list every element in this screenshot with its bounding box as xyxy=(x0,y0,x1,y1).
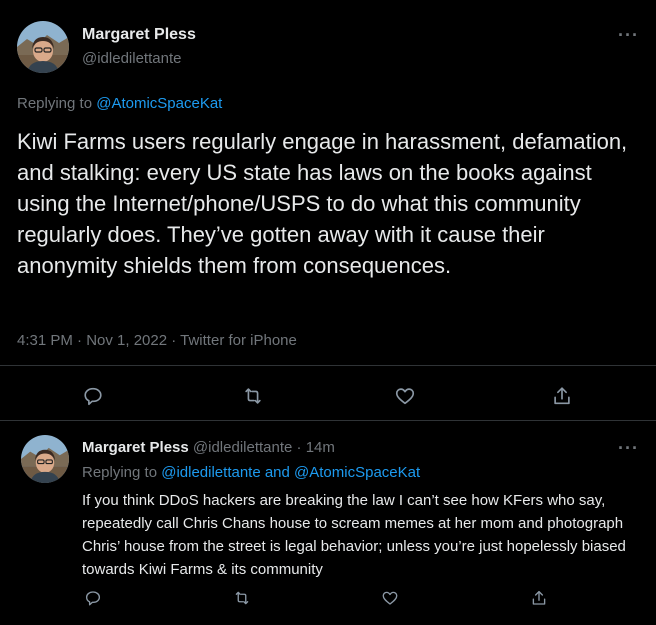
replying-to-link[interactable]: @idledilettante and @AtomicSpaceKat xyxy=(161,464,420,481)
like-icon[interactable] xyxy=(392,383,418,409)
reply-icon[interactable] xyxy=(80,585,106,611)
tweet-text: If you think DDoS hackers are breaking t… xyxy=(82,492,626,578)
tweet-thread: Margaret Pless @idledilettante ··· Reply… xyxy=(0,0,656,625)
replying-to: Replying to @AtomicSpaceKat xyxy=(17,95,222,112)
replying-to-prefix: Replying to xyxy=(17,95,97,112)
divider xyxy=(0,365,656,366)
more-options-icon[interactable]: ··· xyxy=(618,26,639,44)
replying-to-prefix: Replying to xyxy=(82,464,162,481)
author-handle[interactable]: @idledilettante xyxy=(193,439,292,456)
more-options-icon[interactable]: ··· xyxy=(618,439,639,457)
retweet-icon[interactable] xyxy=(240,383,266,409)
replying-to: Replying to @idledilettante and @AtomicS… xyxy=(82,464,420,481)
tweet-text: Kiwi Farms users regularly engage in har… xyxy=(17,129,628,278)
author-name[interactable]: Margaret Pless xyxy=(82,439,189,456)
retweet-icon[interactable] xyxy=(229,585,255,611)
reply-header: Margaret Pless @idledilettante · 14m xyxy=(82,439,335,456)
share-icon[interactable] xyxy=(549,383,575,409)
author-handle[interactable]: @idledilettante xyxy=(82,50,181,67)
share-icon[interactable] xyxy=(526,585,552,611)
replying-to-link[interactable]: @AtomicSpaceKat xyxy=(96,95,222,112)
divider xyxy=(0,420,656,421)
avatar[interactable] xyxy=(21,435,69,483)
avatar[interactable] xyxy=(17,21,69,73)
like-icon[interactable] xyxy=(377,585,403,611)
author-name[interactable]: Margaret Pless xyxy=(82,26,196,44)
tweet-age[interactable]: · 14m xyxy=(297,439,335,456)
tweet-timestamp[interactable]: 4:31 PM · Nov 1, 2022 · Twitter for iPho… xyxy=(17,332,297,349)
reply-icon[interactable] xyxy=(80,383,106,409)
